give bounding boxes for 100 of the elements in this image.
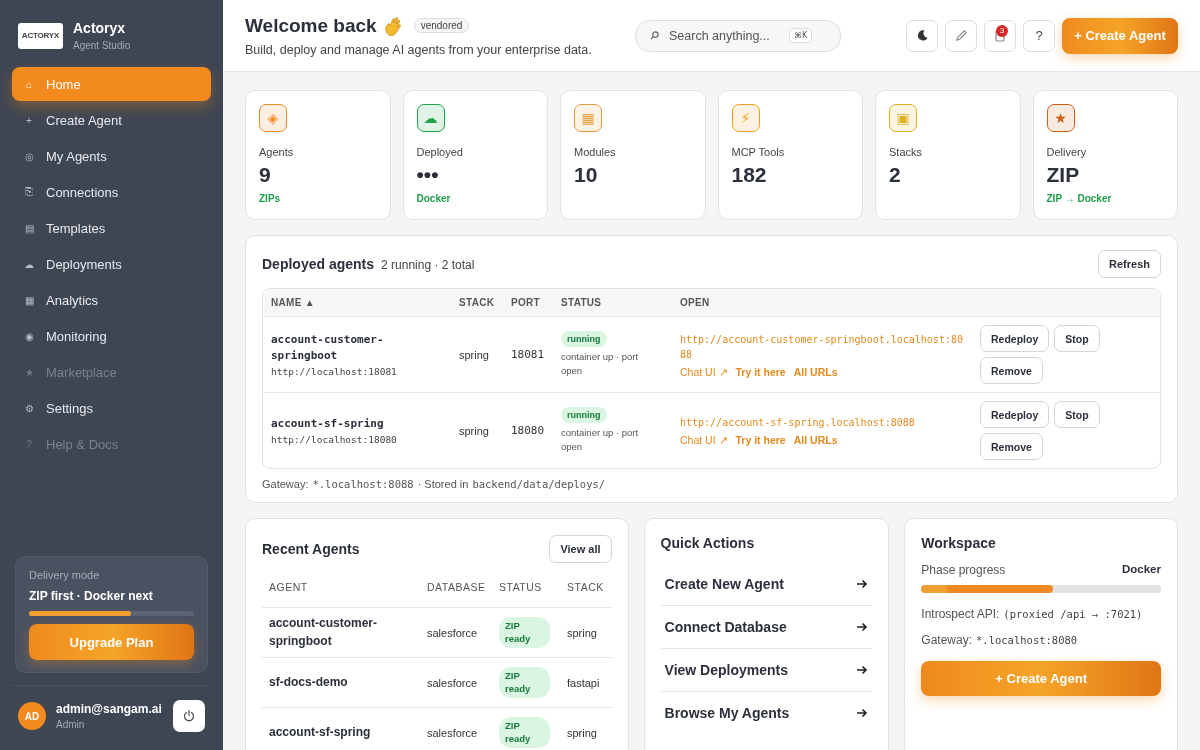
quick-action-link[interactable]: View Deployments <box>660 649 873 692</box>
user-email: admin@sangam.ai <box>56 702 163 716</box>
panel-title: Workspace <box>921 535 997 551</box>
agent-name: account-customer-springboot <box>271 332 385 364</box>
column-header: STACK <box>567 581 605 593</box>
gateway-label: Gateway: <box>921 633 972 647</box>
local-url: http://localhost:18080 <box>271 433 398 445</box>
arrow-icon <box>856 708 869 718</box>
column-header[interactable]: NAME ▲ <box>271 297 459 308</box>
stat-note: ZIPs <box>259 193 282 204</box>
status-note: container up · port open <box>561 350 640 378</box>
database-cell-text: salesforce <box>427 676 479 689</box>
port-cell-text: 18081 <box>511 348 546 361</box>
action-button[interactable]: Remove <box>980 433 1043 460</box>
gateway-value: *.localhost:8088 <box>312 478 414 490</box>
stat-label: Stacks <box>889 146 923 158</box>
nav-item[interactable]: ◉ Monitoring <box>12 319 211 353</box>
moon-icon <box>915 29 929 42</box>
quick-action-link[interactable]: Browse My Agents <box>660 692 873 734</box>
column-header: STATUS <box>561 297 603 308</box>
search-input[interactable]: Search anything... <box>667 27 781 44</box>
local-url: http://localhost:18081 <box>271 365 398 377</box>
stat-note: Docker <box>416 193 452 204</box>
action-button[interactable]: Redeploy <box>980 401 1050 428</box>
column-header: OPEN <box>680 297 711 308</box>
user-role: Admin <box>56 719 86 730</box>
column-header: DATABASE <box>427 581 487 593</box>
plan-value: ZIP first · Docker next <box>29 589 154 603</box>
search-icon <box>650 31 659 40</box>
nav-item[interactable]: ⚙ Settings <box>12 391 211 425</box>
stat-label: Modules <box>574 146 617 158</box>
stack-cell-text: spring <box>567 726 598 739</box>
stat-value: 182 <box>731 163 768 187</box>
notifications-button[interactable]: 3 <box>984 19 1016 52</box>
stack-cell-text: fastapi <box>567 676 601 689</box>
theme-button[interactable] <box>906 19 938 52</box>
panel-title: Recent Agents <box>262 541 360 557</box>
stat-note: ZIP → Docker <box>1046 193 1113 204</box>
help-button[interactable]: ? <box>1023 19 1055 52</box>
quick-action-link[interactable]: Create New Agent <box>660 563 873 606</box>
api-value: (proxied /api → :7021) <box>1003 608 1143 620</box>
status-note: container up · port open <box>561 426 640 454</box>
agent-name: account-customer-springboot <box>269 615 379 650</box>
document-icon <box>994 29 1006 42</box>
action-button[interactable]: Stop <box>1054 401 1100 428</box>
action-button[interactable]: Remove <box>980 357 1043 384</box>
brand-subtitle: Agent Studio <box>73 40 131 51</box>
search-field[interactable]: Search anything... ⌘K <box>635 19 841 52</box>
status-badge: ZIP ready <box>499 617 550 648</box>
status-badge: running <box>561 407 607 424</box>
nav-item[interactable]: + Create Agent <box>12 103 211 137</box>
power-icon <box>182 709 196 723</box>
logout-button[interactable] <box>173 700 205 732</box>
brand-name: Actoryx <box>73 20 127 36</box>
action-button[interactable]: Stop <box>1054 325 1100 352</box>
status-badge: ZIP ready <box>499 717 550 748</box>
stat-value: 10 <box>574 163 599 187</box>
column-header: AGENT <box>269 581 309 593</box>
agent-name: account-sf-spring <box>269 723 372 741</box>
arrow-icon <box>856 622 869 632</box>
stat-icon: ★ <box>1046 104 1075 132</box>
agent-name: account-sf-spring <box>271 416 385 432</box>
stat-label: Deployed <box>416 146 464 158</box>
status-badge: ZIP ready <box>499 667 550 698</box>
panel-title: Deployed agents <box>262 256 375 272</box>
stat-label: Delivery <box>1046 146 1088 158</box>
logo: ACTORYX <box>18 22 63 49</box>
stack-cell-text: spring <box>567 626 598 639</box>
column-header: STATUS <box>499 581 543 593</box>
nav-item[interactable]: ☁ Deployments <box>12 247 211 281</box>
notification-count: 3 <box>996 24 1008 37</box>
stat-icon: ▦ <box>574 104 602 132</box>
view-all-button[interactable]: View all <box>549 535 612 563</box>
quick-action-link[interactable]: Connect Database <box>660 606 873 649</box>
gateway-value: *.localhost:8080 <box>976 634 1078 646</box>
stat-icon: ▣ <box>889 104 917 132</box>
column-header: PORT <box>511 297 541 308</box>
progress-label: Phase progress <box>921 563 1006 577</box>
panel-title: Quick Actions <box>660 535 756 551</box>
nav-item[interactable]: ◎ My Agents <box>12 139 211 173</box>
stack-cell-text: spring <box>459 424 490 437</box>
stat-value: ••• <box>416 163 440 187</box>
database-cell-text: salesforce <box>427 726 479 739</box>
nav-item[interactable]: ⎘ Connections <box>12 175 211 209</box>
nav-item[interactable]: ▤ Templates <box>12 211 211 245</box>
deploy-summary: 2 running · 2 total <box>381 258 475 272</box>
arrow-icon <box>856 579 869 589</box>
action-button[interactable]: Redeploy <box>980 325 1050 352</box>
stat-icon: ◈ <box>259 104 287 132</box>
gateway-label: Gateway: <box>262 478 309 490</box>
phase-label: Docker <box>1122 563 1161 577</box>
refresh-button[interactable]: Refresh <box>1098 250 1161 278</box>
page-title: Welcome back <box>245 14 377 37</box>
stat-icon: ⚡ <box>731 104 760 132</box>
storage-path: backend/data/deploys/ <box>472 478 606 490</box>
stat-icon: ☁ <box>416 104 445 132</box>
avatar: AD <box>18 702 46 730</box>
shortcut-key: ⌘K <box>789 28 813 43</box>
plan-label: Delivery mode <box>29 569 101 581</box>
nav-item[interactable]: ▦ Analytics <box>12 283 211 317</box>
